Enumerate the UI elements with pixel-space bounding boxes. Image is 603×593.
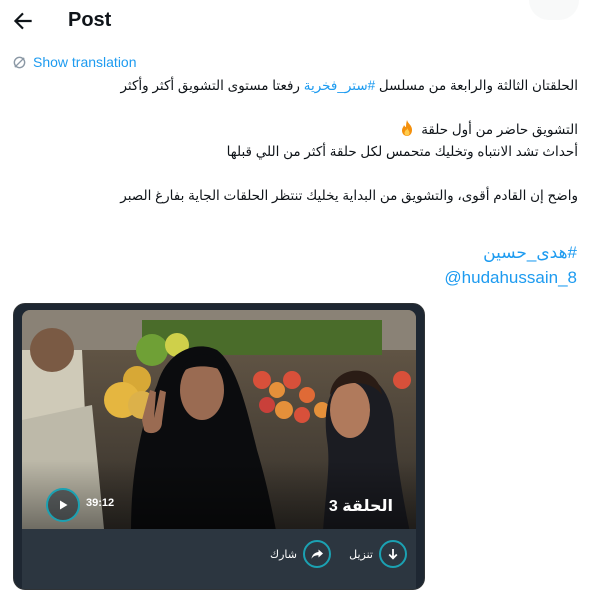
play-icon (60, 500, 68, 510)
video-duration: 39:12 (86, 497, 115, 509)
video-card[interactable]: 39:12 الحلقة 3 تنزيل شارك (13, 303, 425, 590)
episode-title: الحلقة 3 (328, 498, 393, 515)
header-decoration (529, 0, 579, 20)
hashtag-link[interactable]: #ستر_فخرية (304, 78, 375, 93)
translate-icon (13, 56, 26, 68)
arrow-left-icon[interactable] (10, 8, 36, 34)
mention-link[interactable]: @hudahussain_8 (444, 268, 577, 288)
post-line-2: التشويق حاضر من أول حلقة (20, 119, 578, 141)
show-translation-link[interactable]: Show translation (12, 54, 137, 70)
video-scene-image (22, 310, 416, 560)
post-line-1-post: رفعتا مستوى التشويق أكثر وأكثر (120, 78, 304, 93)
share-icon (303, 540, 331, 568)
download-label: تنزيل (349, 548, 373, 561)
show-translation-label: Show translation (33, 54, 137, 70)
hashtag-huda-link[interactable]: #هدى_حسين (483, 243, 577, 263)
post-line-3: أحداث تشد الانتباه وتخليك متحمس لكل حلقة… (226, 144, 578, 159)
download-button[interactable]: تنزيل (349, 540, 407, 568)
page-title: Post (68, 9, 112, 31)
post-line-2-text: التشويق حاضر من أول حلقة (421, 122, 578, 137)
post-line-1: الحلقتان الثالثة والرابعة من مسلسل #ستر_… (20, 75, 578, 97)
video-thumbnail[interactable]: 39:12 الحلقة 3 (22, 310, 416, 560)
fire-emoji-icon (402, 120, 413, 136)
post-line-1-pre: الحلقتان الثالثة والرابعة من مسلسل (375, 78, 578, 93)
download-icon (379, 540, 407, 568)
play-button[interactable] (46, 488, 80, 522)
share-label: شارك (270, 548, 297, 561)
post-header: Post (0, 0, 603, 42)
post-line-4: واضح إن القادم أقوى، والتشويق من البداية… (120, 188, 578, 203)
post-text: الحلقتان الثالثة والرابعة من مسلسل #ستر_… (20, 75, 578, 207)
share-button[interactable]: شارك (270, 540, 331, 568)
